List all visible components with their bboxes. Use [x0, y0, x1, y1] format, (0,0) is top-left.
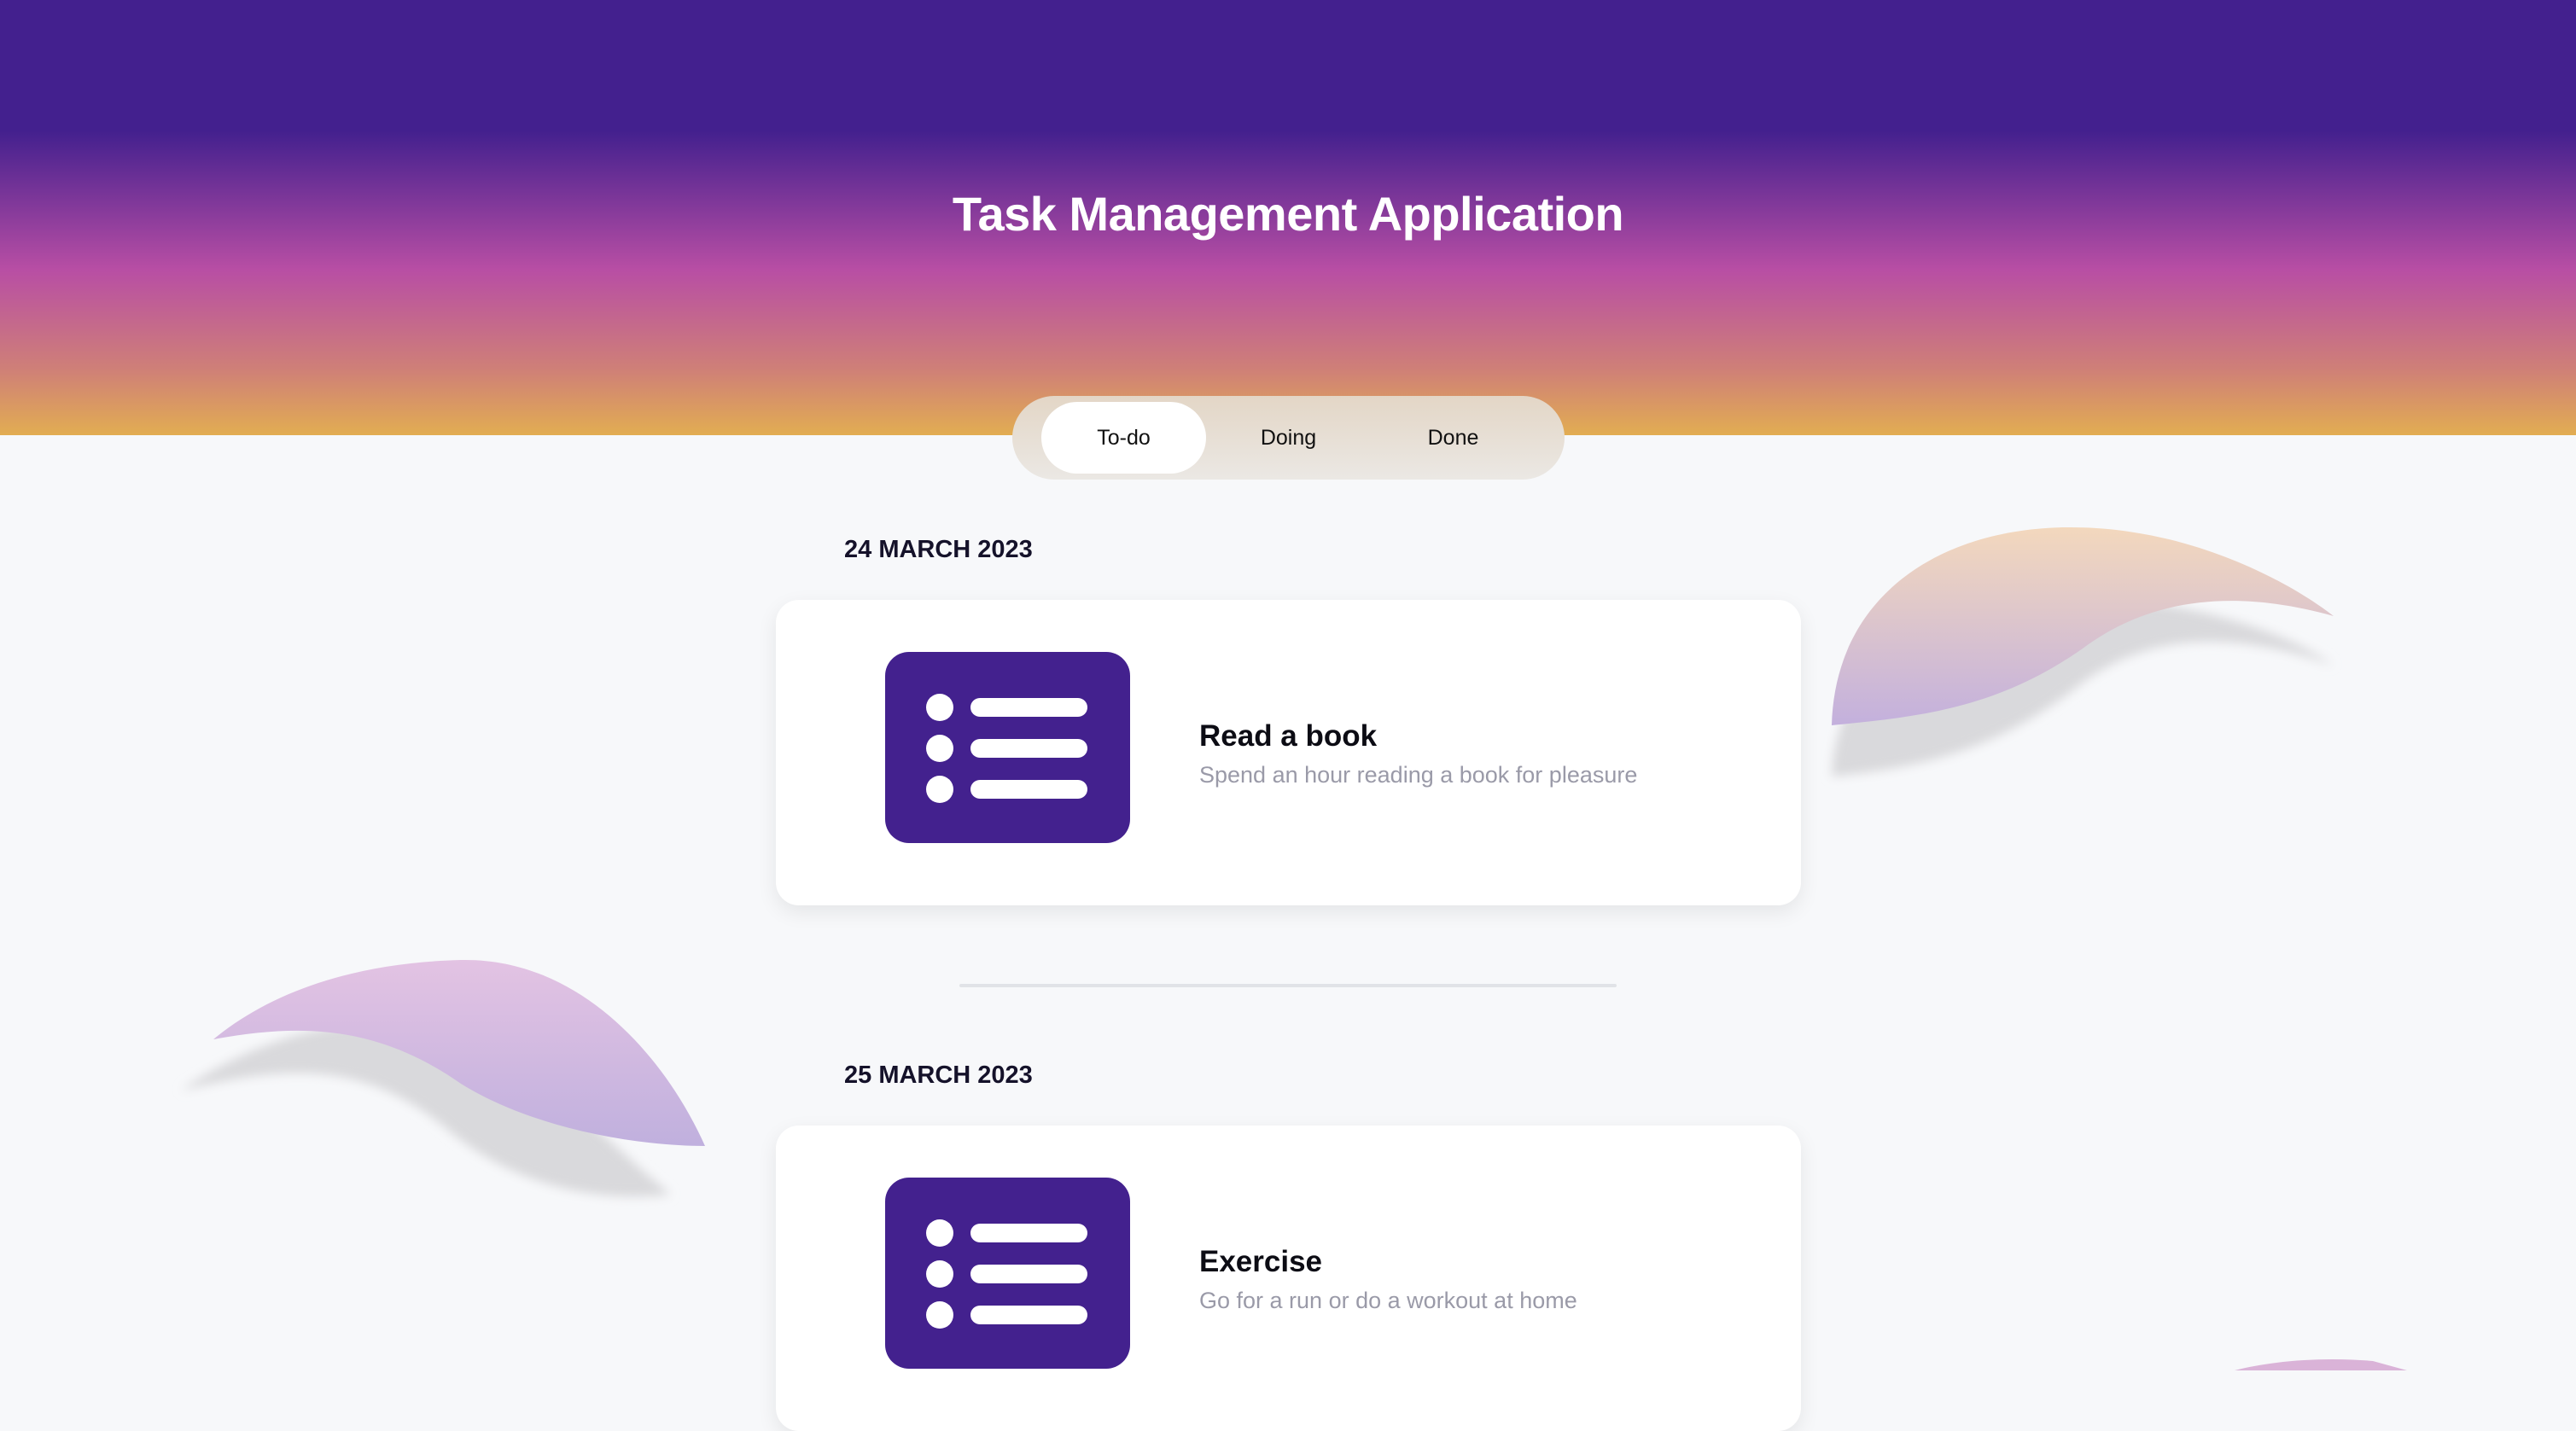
blob-shadow	[181, 1022, 671, 1197]
blob-bottom	[2235, 1359, 2407, 1370]
date-heading: 24 MARCH 2023	[844, 536, 1033, 563]
task-card[interactable]: Exercise Go for a run or do a workout at…	[776, 1126, 1801, 1431]
date-heading: 25 MARCH 2023	[844, 1062, 1033, 1089]
divider	[959, 984, 1617, 987]
blob-left	[213, 959, 705, 1146]
status-tabs: To-do Doing Done	[1012, 396, 1565, 480]
task-card[interactable]: Read a book Spend an hour reading a book…	[776, 600, 1801, 905]
list-icon	[885, 1178, 1130, 1369]
tab-doing[interactable]: Doing	[1206, 402, 1371, 474]
tab-todo[interactable]: To-do	[1041, 402, 1206, 474]
task-description: Go for a run or do a workout at home	[1199, 1288, 1577, 1313]
blob-shadow	[1832, 597, 2334, 777]
task-description: Spend an hour reading a book for pleasur…	[1199, 762, 1638, 788]
tab-done[interactable]: Done	[1371, 402, 1536, 474]
blob-right	[1832, 526, 2334, 725]
header-banner: Task Management Application	[0, 0, 2576, 435]
page-title: Task Management Application	[952, 187, 1624, 241]
task-title: Read a book	[1199, 719, 1378, 753]
task-title: Exercise	[1199, 1245, 1323, 1278]
list-icon	[885, 652, 1130, 843]
